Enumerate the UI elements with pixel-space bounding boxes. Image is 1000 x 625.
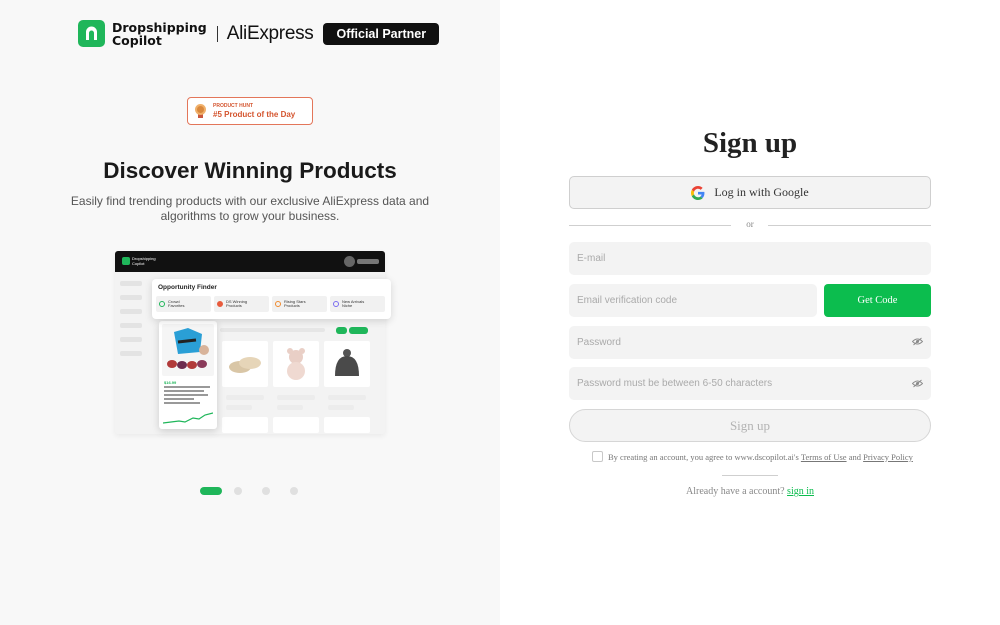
preview-username-bar xyxy=(357,259,379,264)
signup-title: Sign up xyxy=(702,127,798,159)
privacy-policy-link[interactable]: Privacy Policy xyxy=(863,452,913,462)
promo-panel: Dropshipping Copilot AliExpress Official… xyxy=(0,0,500,625)
preview-opportunity-finder: Opportunity Finder Crowd Favorites DS Win… xyxy=(152,279,391,319)
brand-logo-icon xyxy=(78,20,105,47)
password-field[interactable] xyxy=(569,326,931,359)
terms-and: and xyxy=(848,451,861,462)
brand-name-line2: Copilot xyxy=(112,32,162,48)
google-login-button[interactable]: Log in with Google xyxy=(569,176,931,209)
official-partner-badge: Official Partner xyxy=(323,22,440,45)
medal-icon xyxy=(195,104,206,118)
carousel-dots xyxy=(200,487,318,495)
brand-divider xyxy=(216,25,218,42)
preview-tab-label: Niche xyxy=(342,303,353,308)
preview-finder-tab: New Arrivals Niche xyxy=(330,296,385,312)
preview-finder-title: Opportunity Finder xyxy=(158,284,217,291)
google-login-label: Log in with Google xyxy=(714,185,809,199)
partner-name: AliExpress xyxy=(226,22,314,44)
preview-trend-sparkline xyxy=(163,412,213,424)
preview-filter-bar xyxy=(220,328,325,332)
have-account-row: Already have a account? sign in xyxy=(500,486,1000,497)
preview-brand: Dropshipping Copilot xyxy=(132,256,156,266)
preview-finder-tabs: Crowd Favorites DS Winning Products Rising… xyxy=(156,296,388,312)
preview-tile-row2 xyxy=(324,417,370,433)
terms-agreement: By creating an account, you agree to www… xyxy=(592,451,913,462)
password-visibility-toggle-icon[interactable] xyxy=(912,337,923,346)
carousel-dot-1[interactable] xyxy=(200,487,222,495)
preview-tile-hat xyxy=(324,341,370,387)
preview-tile-bear xyxy=(273,341,319,387)
brand-header: Dropshipping Copilot AliExpress Official… xyxy=(78,20,440,47)
hero-headline: Discover Winning Products xyxy=(103,158,397,183)
app-preview-image: Dropshipping Copilot $16.99 Opportunity … xyxy=(115,251,391,434)
preview-tab-icon xyxy=(333,301,339,307)
preview-tab-icon xyxy=(275,301,281,307)
google-icon xyxy=(691,185,705,200)
preview-finder-tab: DS Winning Products xyxy=(214,296,269,312)
terms-prefix: By creating an account, you agree to www… xyxy=(608,451,799,462)
preview-avatar xyxy=(344,256,355,267)
preview-card-description xyxy=(164,386,212,406)
or-divider: or xyxy=(569,219,931,231)
preview-tile-row2 xyxy=(273,417,319,433)
verification-code-field[interactable] xyxy=(569,284,817,317)
preview-tile-slippers xyxy=(222,341,268,387)
preview-tab-label: Products xyxy=(226,303,242,308)
preview-finder-tab: Rising Stars Products xyxy=(272,296,327,312)
sign-in-link[interactable]: sign in xyxy=(787,486,814,497)
preview-brand-line2: Copilot xyxy=(132,261,145,266)
product-hunt-badge[interactable]: PRODUCT HUNT #5 Product of the Day xyxy=(187,97,313,125)
preview-product-card: $16.99 xyxy=(159,321,217,429)
carousel-dot-4[interactable] xyxy=(290,487,298,495)
confirm-password-visibility-toggle-icon[interactable] xyxy=(912,379,923,388)
preview-tab-icon xyxy=(217,301,223,307)
have-account-text: Already have a account? xyxy=(685,486,785,497)
preview-logo-icon xyxy=(122,257,130,265)
carousel-dot-3[interactable] xyxy=(262,487,270,495)
preview-tab-icon xyxy=(159,301,165,307)
terms-checkbox[interactable] xyxy=(592,451,603,462)
preview-tab-label: Favorites xyxy=(168,303,185,308)
preview-finder-tab: Crowd Favorites xyxy=(156,296,211,312)
or-line-right xyxy=(768,225,931,226)
preview-tab-label: Products xyxy=(284,303,300,308)
badge-source: PRODUCT HUNT xyxy=(213,102,253,109)
carousel-dot-2[interactable] xyxy=(234,487,242,495)
preview-card-image xyxy=(162,324,214,376)
terms-of-use-link[interactable]: Terms of Use xyxy=(801,452,847,462)
preview-topbar: Dropshipping Copilot xyxy=(115,251,385,272)
badge-label: #5 Product of the Day xyxy=(213,109,296,119)
hero-subline: Easily find trending products with our e… xyxy=(70,194,430,223)
or-text: or xyxy=(746,219,754,229)
get-code-button[interactable]: Get Code xyxy=(824,284,931,317)
signup-submit-button[interactable]: Sign up xyxy=(569,409,931,442)
preview-action-pills xyxy=(336,327,370,334)
footer-divider xyxy=(722,475,778,476)
confirm-password-field[interactable] xyxy=(569,367,931,400)
email-field[interactable] xyxy=(569,242,931,275)
brand-name-line1: Dropshipping xyxy=(112,19,207,35)
brand-name: Dropshipping Copilot xyxy=(112,21,207,47)
preview-card-price: $16.99 xyxy=(164,380,177,385)
preview-sidebar xyxy=(120,281,142,365)
signup-panel: Sign up Log in with Google or Get Code S… xyxy=(500,0,1000,625)
preview-tile-row2 xyxy=(222,417,268,433)
